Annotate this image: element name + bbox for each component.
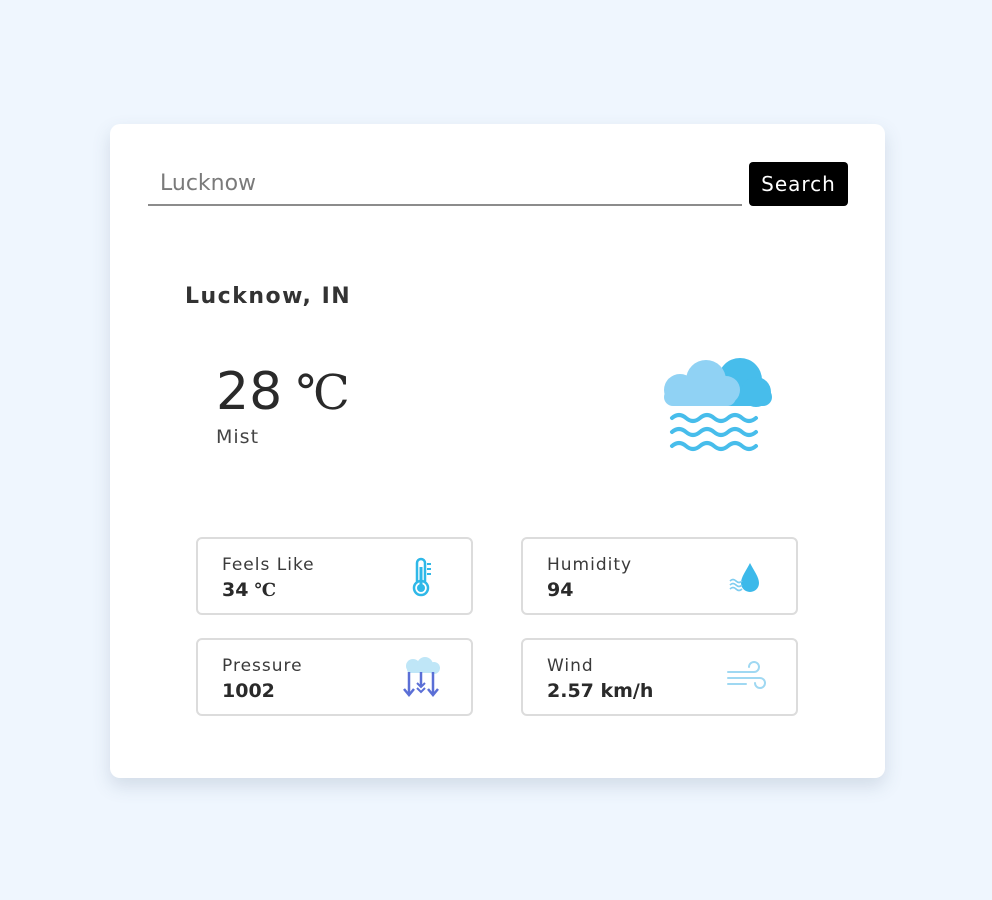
pressure-value: 1002 [222, 680, 275, 702]
current-temperature-block: 28 ℃ Mist [216, 362, 350, 448]
location-title: Lucknow, IN [185, 284, 352, 309]
humidity-card: Humidity 94 [521, 537, 798, 615]
temperature-unit: ℃ [296, 365, 350, 421]
wind-icon [727, 661, 766, 689]
feels-like-number: 34 [222, 579, 249, 601]
feels-like-label: Feels Like [222, 555, 315, 575]
wind-label: Wind [547, 656, 594, 676]
feels-like-card: Feels Like 34 ℃ [196, 537, 473, 615]
humidity-label: Humidity [547, 555, 633, 575]
weather-card: Search Lucknow, IN 28 ℃ Mist Feels Like … [110, 124, 885, 778]
thermometer-icon [412, 557, 431, 597]
feels-like-value: 34 ℃ [222, 579, 276, 601]
water-drop-icon [729, 563, 759, 592]
pressure-arrows-icon [403, 657, 440, 697]
humidity-value: 94 [547, 579, 574, 601]
search-input[interactable] [148, 162, 742, 206]
temperature-display: 28 ℃ [216, 362, 350, 422]
temperature-value: 28 [216, 362, 283, 422]
pressure-card: Pressure 1002 [196, 638, 473, 716]
search-button[interactable]: Search [749, 162, 848, 206]
wind-card: Wind 2.57 km/h [521, 638, 798, 716]
feels-like-unit: ℃ [254, 580, 277, 601]
weather-condition: Mist [216, 426, 260, 448]
mist-cloud-icon [664, 358, 772, 451]
pressure-label: Pressure [222, 656, 303, 676]
wind-value: 2.57 km/h [547, 680, 654, 702]
